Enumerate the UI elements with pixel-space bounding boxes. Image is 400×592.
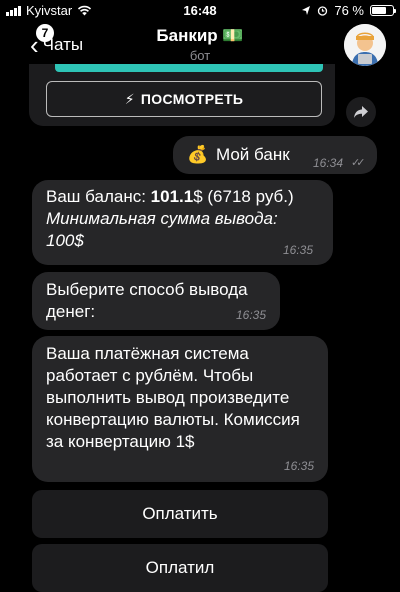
message-time: 16:35 [283,459,314,473]
battery-icon [370,5,396,16]
view-button[interactable]: ⚡ ПОСМОТРЕТЬ [46,81,322,117]
incoming-message-payment-system[interactable]: Ваша платёжная система работает с рублём… [32,336,328,482]
message-text: Ваша платёжная система работает с рублём… [46,344,300,451]
double-check-icon: ✓✓ [351,157,366,169]
pay-button-label: Оплатить [142,504,218,523]
share-icon [354,106,368,118]
balance-amount: 101.1 [150,187,194,206]
lightning-icon: ⚡ [124,90,135,107]
min-withdraw-label: Минимальная сумма вывода: [46,209,278,228]
paid-button[interactable]: Оплатил [32,544,328,592]
balance-suffix: $ (6718 руб.) [193,187,294,206]
alarm-icon [318,6,328,16]
money-bag-icon: 💰 [187,145,209,164]
message-text: Мой банк [216,145,290,164]
message-time: 16:35 [282,243,313,257]
avatar-image [344,24,386,66]
balance-prefix: Ваш баланс: [46,187,151,206]
incoming-message-balance[interactable]: Ваш баланс: 101.1$ (6718 руб.) Минимальн… [32,180,333,265]
message-time: 16:34 [313,156,344,170]
chat-title[interactable]: Банкир 💵 [0,26,400,46]
message-time: 16:35 [235,308,266,322]
pay-button[interactable]: Оплатить [32,490,328,538]
outgoing-message[interactable]: 💰 Мой банк 16:34 ✓✓ [173,136,377,174]
location-icon [302,6,311,15]
battery-fill [372,7,387,14]
paid-button-label: Оплатил [145,558,215,577]
chat-subtitle: бот [189,48,211,63]
media-preview-strip [55,64,323,72]
incoming-message-choose-method[interactable]: Выберите способ вывода денег: 16:35 [32,272,280,330]
avatar[interactable] [344,24,386,66]
message-text: Выберите способ вывода денег: [46,280,248,321]
view-button-label: ПОСМОТРЕТЬ [140,91,244,107]
chat-header: ‹ Чаты 7 Банкир 💵 бот [0,20,400,70]
share-button[interactable] [346,97,376,127]
battery-percent: 76 % [334,3,364,18]
status-bar: Kyivstar 16:48 76 % [0,0,400,20]
balance-line: Ваш баланс: 101.1$ (6718 руб.) [46,186,319,208]
min-withdraw-value: 100$ [46,231,84,250]
